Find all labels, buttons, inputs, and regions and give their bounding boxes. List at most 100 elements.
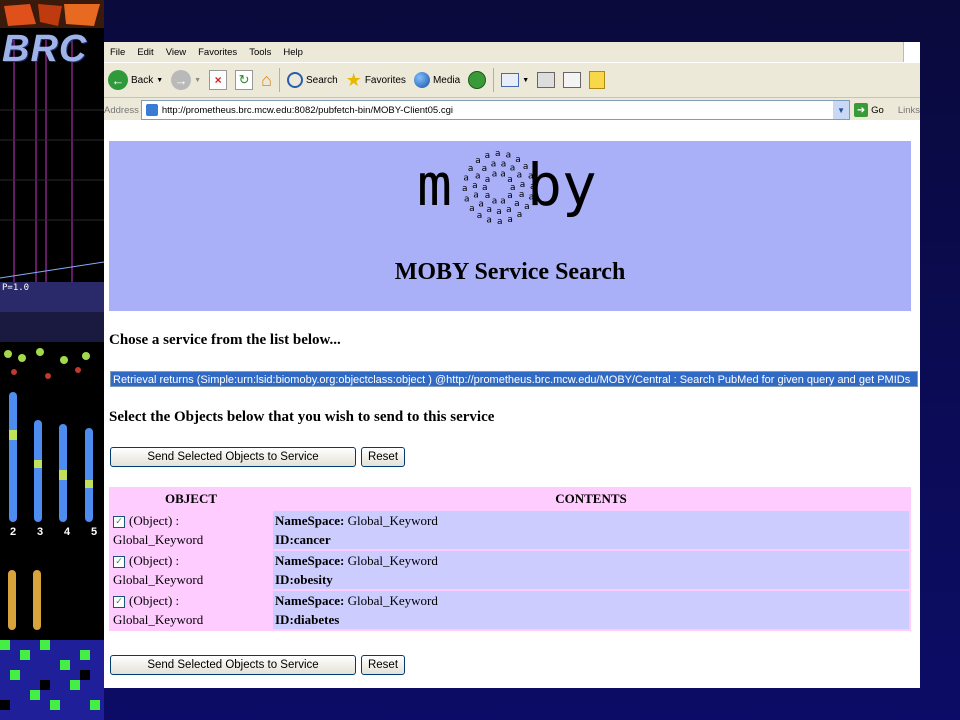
menu-edit[interactable]: Edit xyxy=(131,47,159,58)
column-header-contents: CONTENTS xyxy=(273,489,909,509)
media-button[interactable]: Media xyxy=(410,72,464,88)
toolbar: ← Back ▼ → ▼ × ↻ ⌂ Search ★ Favorites Me… xyxy=(104,62,920,98)
service-select-list[interactable]: Retrieval returns (Simple:urn:lsid:biomo… xyxy=(110,371,918,387)
home-button[interactable]: ⌂ xyxy=(257,70,276,91)
menu-tools[interactable]: Tools xyxy=(243,47,277,58)
menu-help[interactable]: Help xyxy=(277,47,309,58)
contents-cell: NameSpace: Global_Keyword ID:diabetes xyxy=(273,591,909,629)
stop-icon: × xyxy=(209,70,228,90)
send-objects-button[interactable]: Send Selected Objects to Service xyxy=(110,447,356,467)
chose-service-prompt: Chose a service from the list below... xyxy=(109,332,341,348)
logo-letter: by xyxy=(527,151,597,219)
go-button[interactable]: ➜ Go xyxy=(854,103,884,117)
object-checkbox[interactable]: ✓ xyxy=(113,556,125,569)
logo-swirl-glyph: a xyxy=(507,191,513,201)
logo-swirl-glyph: a xyxy=(477,211,483,221)
forward-button[interactable]: → ▼ xyxy=(167,70,205,90)
logo-swirl-glyph: a xyxy=(487,205,493,215)
logo-swirl-glyph: a xyxy=(500,196,506,206)
back-label: Back xyxy=(131,74,154,86)
forward-arrow-icon: → xyxy=(171,70,192,90)
forward-dropdown-icon[interactable]: ▼ xyxy=(194,77,201,84)
logo-swirl-glyph: a xyxy=(529,193,535,203)
logo-swirl-glyph: a xyxy=(491,160,497,170)
object-type: (Object) : xyxy=(129,593,180,608)
menu-view[interactable]: View xyxy=(160,47,192,58)
table-row: ✓ (Object) : Global_Keyword NameSpace: Gl… xyxy=(111,551,909,589)
search-button[interactable]: Search xyxy=(283,72,342,88)
page-content: m by aaaaaaaaaaaaaaaaaaaaaaaaaaaaaaaaaaa… xyxy=(104,120,920,688)
namespace-value: Global_Keyword xyxy=(347,513,438,528)
logo-swirl-glyph: a xyxy=(492,170,498,180)
refresh-button[interactable]: ↻ xyxy=(231,70,257,90)
logo-swirl-glyph: a xyxy=(463,173,469,183)
chromosome-number: 3 xyxy=(36,526,44,538)
toolbar-separator xyxy=(278,68,280,92)
service-option[interactable]: Retrieval returns (Simple:urn:lsid:biomo… xyxy=(113,374,910,386)
history-icon xyxy=(468,71,487,89)
contents-cell: NameSpace: Global_Keyword ID:obesity xyxy=(273,551,909,589)
table-row: ✓ (Object) : Global_Keyword NameSpace: Gl… xyxy=(111,591,909,629)
moby-logo: m by aaaaaaaaaaaaaaaaaaaaaaaaaaaaaaaaaaa… xyxy=(417,145,607,237)
address-bar: Address http://prometheus.brc.mcw.edu:80… xyxy=(104,98,920,122)
media-label: Media xyxy=(432,74,461,86)
mail-dropdown-icon[interactable]: ▼ xyxy=(522,77,529,84)
logo-swirl-glyph: a xyxy=(517,210,523,220)
send-objects-button-bottom[interactable]: Send Selected Objects to Service xyxy=(110,655,356,675)
go-arrow-icon: ➜ xyxy=(854,103,869,117)
chromosome-number: 4 xyxy=(63,526,71,538)
genomics-graphics: P=1.0 xyxy=(0,0,104,720)
logo-swirl-glyph: a xyxy=(464,194,470,204)
search-label: Search xyxy=(305,74,338,86)
back-arrow-icon: ← xyxy=(108,70,128,90)
logo-swirl-glyph: a xyxy=(475,156,481,166)
logo-swirl-glyph: a xyxy=(473,191,479,201)
menu-favorites[interactable]: Favorites xyxy=(192,47,243,58)
menu-file[interactable]: File xyxy=(104,47,131,58)
chromosome-number: 5 xyxy=(90,526,98,538)
discuss-button[interactable] xyxy=(585,71,609,89)
logo-swirl-glyph: a xyxy=(528,172,534,182)
table-header-row: OBJECT CONTENTS xyxy=(111,489,909,509)
object-name: Global_Keyword xyxy=(113,612,204,627)
id-value: ID:cancer xyxy=(275,532,331,547)
address-label: Address xyxy=(104,104,139,116)
mail-button[interactable]: ▼ xyxy=(497,73,533,87)
object-cell: ✓ (Object) : Global_Keyword xyxy=(111,591,271,629)
history-button[interactable] xyxy=(464,71,490,89)
id-value: ID:obesity xyxy=(275,572,333,587)
address-dropdown-icon[interactable]: ▼ xyxy=(833,101,850,119)
object-name: Global_Keyword xyxy=(113,532,204,547)
browser-window: File Edit View Favorites Tools Help ← Ba… xyxy=(104,42,920,688)
logo-swirl-glyph: a xyxy=(472,181,478,191)
favorites-button[interactable]: ★ Favorites xyxy=(342,70,410,91)
reset-button[interactable]: Reset xyxy=(361,447,405,467)
back-button[interactable]: ← Back ▼ xyxy=(104,70,167,90)
print-button[interactable] xyxy=(533,72,559,88)
namespace-label: NameSpace: xyxy=(275,513,345,528)
go-label: Go xyxy=(871,104,884,116)
logo-swirl-glyph: a xyxy=(507,215,513,225)
back-dropdown-icon[interactable]: ▼ xyxy=(156,77,163,84)
object-name: Global_Keyword xyxy=(113,572,204,587)
address-input[interactable]: http://prometheus.brc.mcw.edu:8082/pubfe… xyxy=(140,100,851,120)
object-cell: ✓ (Object) : Global_Keyword xyxy=(111,551,271,589)
brc-logo: BRC xyxy=(2,28,88,70)
links-button[interactable]: Links xyxy=(898,105,920,116)
home-icon: ⌂ xyxy=(261,69,272,90)
chromosome-numbers: 2 3 4 5 xyxy=(6,526,102,538)
logo-swirl-glyph: a xyxy=(519,190,525,200)
object-checkbox[interactable]: ✓ xyxy=(113,596,125,609)
edit-icon xyxy=(563,72,582,88)
stop-button[interactable]: × xyxy=(205,70,231,90)
logo-swirl-glyph: a xyxy=(520,180,526,190)
logo-swirl-glyph: a xyxy=(524,202,530,212)
search-icon xyxy=(286,72,303,88)
logo-swirl-glyph: a xyxy=(496,207,502,217)
logo-swirl-glyph: a xyxy=(492,196,498,206)
edit-button[interactable] xyxy=(559,72,585,88)
favorites-label: Favorites xyxy=(364,74,406,86)
reset-button-bottom[interactable]: Reset xyxy=(361,655,405,675)
object-checkbox[interactable]: ✓ xyxy=(113,516,125,529)
chromosome-number: 2 xyxy=(9,526,17,538)
